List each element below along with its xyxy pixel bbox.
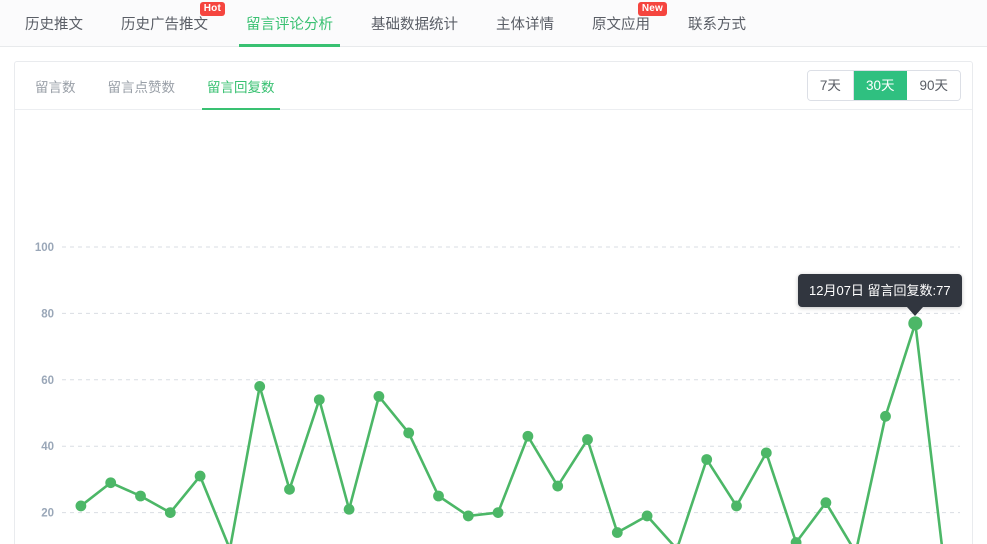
chart-svg: 02040608010011.0911.1011.1111.1211.1311.… bbox=[35, 242, 960, 544]
tooltip-arrow bbox=[907, 307, 924, 317]
metric-subtab-0[interactable]: 留言数 bbox=[33, 62, 78, 110]
nav-tab-0[interactable]: 历史推文 bbox=[6, 0, 102, 46]
data-point[interactable] bbox=[552, 480, 564, 492]
data-point[interactable] bbox=[433, 490, 444, 502]
metric-subtab-2[interactable]: 留言回复数 bbox=[202, 62, 279, 110]
y-axis-tick-label: 80 bbox=[41, 308, 54, 320]
tooltip-text: 12月07日 留言回复数:77 bbox=[809, 283, 951, 299]
data-point[interactable] bbox=[701, 454, 713, 465]
nav-tab-label: 主体详情 bbox=[496, 16, 554, 33]
data-point[interactable] bbox=[313, 394, 325, 406]
data-point[interactable] bbox=[403, 427, 415, 439]
data-point[interactable] bbox=[492, 507, 504, 518]
data-point[interactable] bbox=[462, 510, 474, 522]
data-point[interactable] bbox=[880, 410, 891, 422]
y-axis-tick-label: 20 bbox=[41, 508, 54, 520]
range-button-1[interactable]: 30天 bbox=[853, 71, 908, 100]
y-axis-tick-label: 40 bbox=[41, 441, 54, 453]
data-point[interactable] bbox=[522, 430, 534, 442]
nav-tab-badge: Hot bbox=[199, 2, 225, 16]
nav-tab-label: 联系方式 bbox=[688, 16, 746, 33]
data-point[interactable] bbox=[820, 497, 832, 509]
chart-tooltip: 12月07日 留言回复数:77 bbox=[798, 274, 962, 308]
data-point[interactable] bbox=[343, 503, 355, 515]
data-point[interactable] bbox=[731, 500, 742, 512]
data-point[interactable] bbox=[908, 316, 923, 331]
metric-subtab-1[interactable]: 留言点赞数 bbox=[106, 62, 178, 110]
data-point[interactable] bbox=[164, 507, 176, 518]
nav-tab-label: 历史广告推文 bbox=[121, 16, 208, 33]
nav-tab-1[interactable]: 历史广告推文 Hot bbox=[102, 0, 227, 46]
y-axis-tick-label: 100 bbox=[35, 242, 54, 254]
nav-tab-4[interactable]: 主体详情 bbox=[477, 0, 573, 46]
data-point[interactable] bbox=[75, 500, 87, 512]
nav-tab-label: 历史推文 bbox=[25, 16, 83, 33]
data-point[interactable] bbox=[254, 381, 266, 392]
data-point[interactable] bbox=[194, 470, 206, 482]
nav-tab-5[interactable]: 原文应用 New bbox=[573, 0, 669, 46]
data-point[interactable] bbox=[582, 434, 593, 445]
analysis-card: 留言数留言点赞数留言回复数 7天30天90天 02040608010011.09… bbox=[14, 61, 973, 544]
data-point[interactable] bbox=[641, 510, 653, 522]
data-point[interactable] bbox=[135, 490, 146, 502]
range-button-2[interactable]: 90天 bbox=[907, 71, 960, 100]
nav-tab-3[interactable]: 基础数据统计 bbox=[352, 0, 477, 46]
comment-reply-line-chart[interactable]: 02040608010011.0911.1011.1111.1211.1311.… bbox=[15, 110, 974, 544]
nav-tab-2[interactable]: 留言评论分析 bbox=[227, 0, 352, 47]
date-range-button-group[interactable]: 7天 30天 90天 bbox=[806, 70, 961, 101]
data-point[interactable] bbox=[373, 391, 385, 402]
nav-tab-label: 留言评论分析 bbox=[246, 16, 333, 33]
data-point[interactable] bbox=[284, 483, 295, 495]
nav-tab-label: 基础数据统计 bbox=[371, 16, 458, 33]
y-axis-tick-label: 60 bbox=[41, 375, 54, 387]
data-point[interactable] bbox=[760, 447, 772, 459]
metric-subtab-bar: 留言数 留言点赞数 留言回复数 7天 30天 90天 bbox=[15, 62, 972, 110]
data-point[interactable] bbox=[611, 527, 623, 538]
nav-tab-badge: New bbox=[637, 2, 667, 16]
data-point[interactable] bbox=[105, 477, 117, 489]
top-navigation-bar: 历史推文 历史广告推文 Hot 留言评论分析 基础数据统计 主体详情 原文应用 New 联系方式 bbox=[0, 0, 987, 47]
data-series-line bbox=[79, 322, 944, 544]
range-button-0[interactable]: 7天 bbox=[807, 71, 854, 100]
nav-tab-6[interactable]: 联系方式 bbox=[669, 0, 765, 46]
